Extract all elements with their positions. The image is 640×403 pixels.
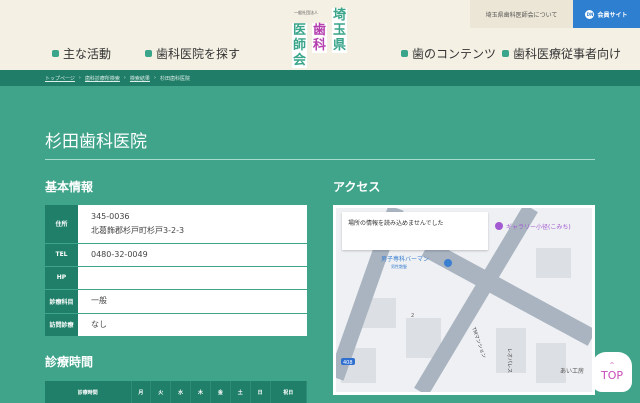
- breadcrumb-current: 杉田歯科医院: [159, 75, 190, 82]
- access-heading: アクセス: [333, 180, 381, 194]
- member-icon: DN: [585, 9, 595, 19]
- bullet-icon: [145, 50, 152, 57]
- back-to-top-button[interactable]: ^ TOP: [592, 352, 632, 392]
- nav-activities[interactable]: 主な活動: [52, 45, 111, 62]
- postal-code: 345-0036: [91, 211, 130, 221]
- nav-find-clinic[interactable]: 歯科医院を探す: [145, 45, 240, 62]
- address-value: 345-0036 北葛飾郡杉戸町杉戸3-2-3: [78, 205, 307, 244]
- address: 北葛飾郡杉戸町杉戸3-2-3: [91, 225, 185, 235]
- logo-small: 一般社団法人: [294, 10, 318, 15]
- map-poi-barber: 男子専科バーマン: [381, 255, 429, 263]
- home-visit-value: なし: [78, 313, 307, 337]
- nav-label: 歯科医院を探す: [156, 47, 241, 61]
- member-site-button[interactable]: DN 会員サイト: [573, 0, 640, 28]
- bullet-icon: [401, 50, 408, 57]
- table-row: 住所 345-0036 北葛飾郡杉戸町杉戸3-2-3: [45, 205, 307, 244]
- map-error-message: 場所の情報を読み込めませんでした: [342, 212, 488, 250]
- basic-info-heading: 基本情報: [45, 180, 94, 194]
- department-value: 一般: [78, 289, 307, 314]
- table-row: 訪問診療 なし: [45, 313, 307, 337]
- chevron-up-icon: ^: [609, 362, 615, 369]
- row-label: HP: [45, 266, 78, 290]
- breadcrumb-results[interactable]: 検索結果: [130, 75, 150, 82]
- nav-label: 主な活動: [63, 47, 112, 61]
- hp-value: [78, 266, 307, 290]
- tel-value: 0480-32-0049: [78, 243, 307, 267]
- hours-heading: 診療時間: [45, 355, 94, 369]
- about-link[interactable]: 埼玉県歯科医師会について: [470, 0, 573, 28]
- bullet-icon: [52, 50, 59, 57]
- barber-pin-icon[interactable]: [444, 259, 452, 267]
- row-label: 診療科目: [45, 289, 78, 314]
- map-route-label: 408: [343, 360, 353, 366]
- basic-info-table: 住所 345-0036 北葛飾郡杉戸町杉戸3-2-3 TEL 0480-32-0049…: [45, 205, 307, 337]
- site-header: 主な活動 歯科医院を探す 一般社団法人 医師会 歯科 埼玉県 歯のコンテンツ 歯…: [0, 0, 640, 70]
- member-label: 会員サイト: [597, 11, 628, 19]
- breadcrumb-top[interactable]: トップページ: [45, 75, 75, 82]
- logo[interactable]: 一般社団法人 医師会 歯科 埼玉県: [282, 5, 352, 68]
- logo-text: 歯科: [312, 23, 327, 53]
- breadcrumb-search[interactable]: 歯科診療所検索: [85, 75, 120, 82]
- logo-text: 埼玉県: [332, 8, 347, 53]
- table-row: 診療科目 一般: [45, 289, 307, 314]
- bullet-icon: [502, 50, 509, 57]
- nav-label: 歯科医療従事者向け: [513, 47, 622, 61]
- map-label-bldg2: レオパレス: [506, 348, 512, 373]
- map-label-block: 2: [411, 313, 414, 319]
- chevron-right-icon: ›: [153, 75, 156, 81]
- gallery-pin-icon[interactable]: [495, 222, 503, 230]
- logo-text: 医師会: [292, 23, 307, 68]
- nav-label: 歯のコンテンツ: [412, 47, 497, 61]
- row-label: TEL: [45, 243, 78, 267]
- nav-professionals[interactable]: 歯科医療従事者向け: [502, 45, 621, 62]
- table-row: HP: [45, 266, 307, 290]
- breadcrumb: トップページ › 歯科診療所検索 › 検索結果 › 杉田歯科医院: [0, 70, 640, 86]
- top-label: TOP: [600, 369, 623, 382]
- row-label: 住所: [45, 205, 78, 244]
- row-label: 訪問診療: [45, 313, 78, 337]
- chevron-right-icon: ›: [78, 75, 81, 81]
- chevron-right-icon: ›: [123, 75, 126, 81]
- nav-teeth-content[interactable]: 歯のコンテンツ: [401, 45, 496, 62]
- page-title: 杉田歯科医院: [45, 132, 147, 152]
- map-poi-barber-sub: 男性散髪: [391, 263, 407, 269]
- divider: [45, 159, 595, 160]
- map-poi-workshop: あい工房: [560, 367, 584, 375]
- table-row: TEL 0480-32-0049: [45, 243, 307, 267]
- map-poi-gallery: ギャラリー小径(こみち): [506, 223, 571, 231]
